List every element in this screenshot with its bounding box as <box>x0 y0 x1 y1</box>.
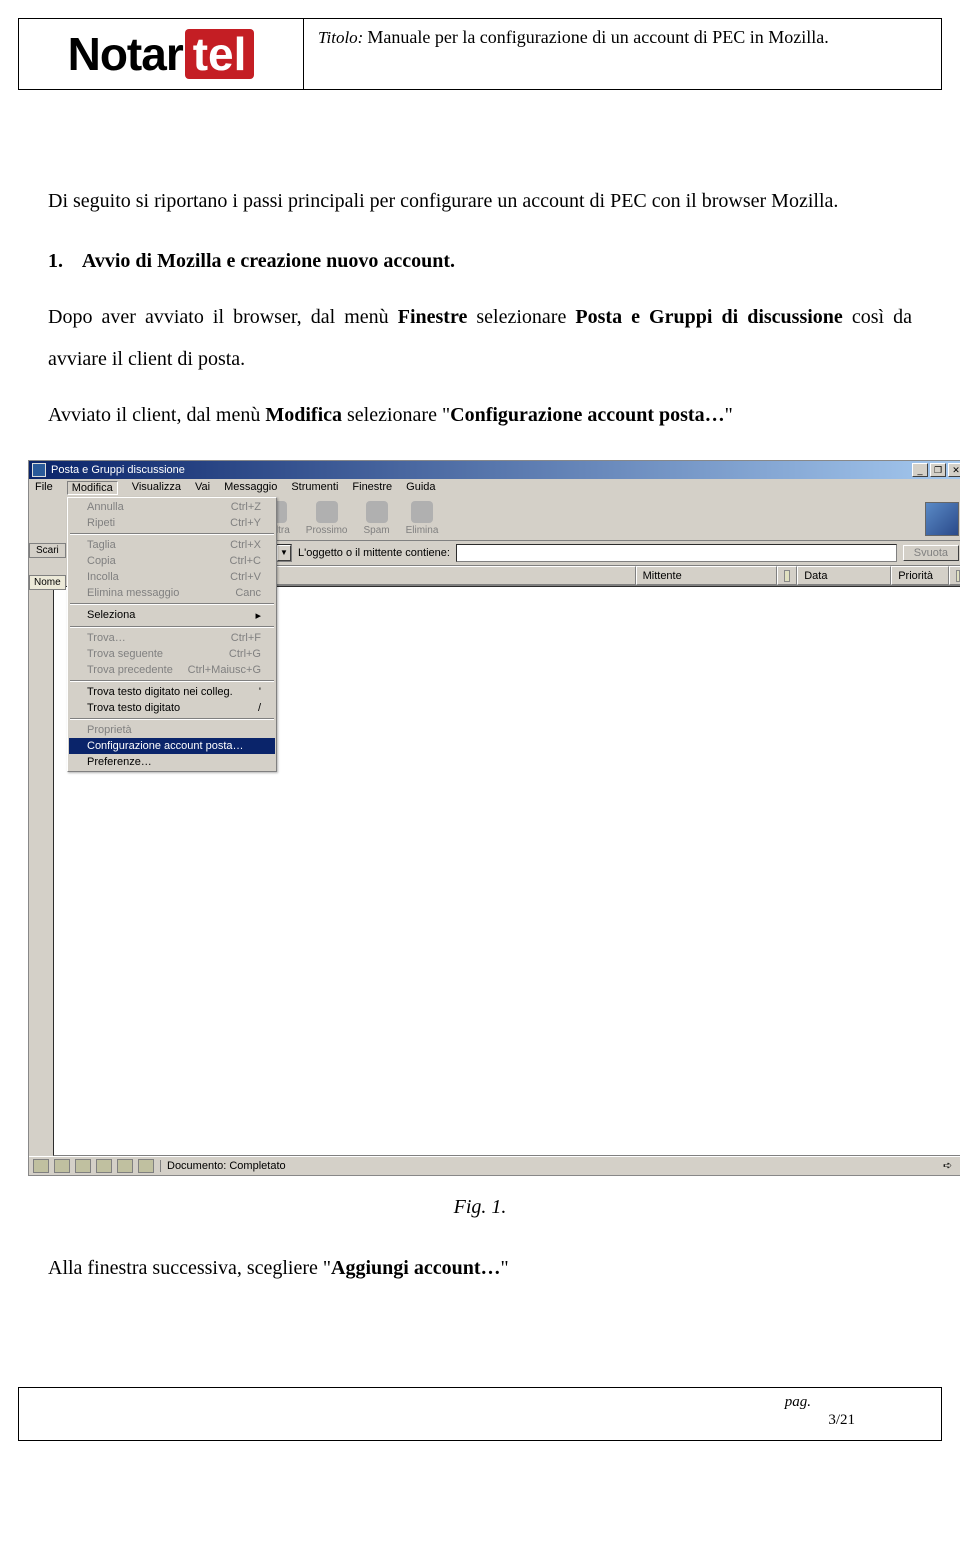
status-icon[interactable] <box>138 1159 154 1173</box>
logo-cell: Notar tel <box>19 19 304 89</box>
menu-item[interactable]: Preferenze… <box>69 754 275 770</box>
sidebar-tab-scari[interactable]: Scari <box>29 543 66 558</box>
menu-vai[interactable]: Vai <box>195 481 210 495</box>
modifica-dropdown: AnnullaCtrl+ZRipetiCtrl+Y TagliaCtrl+XCop… <box>67 497 277 772</box>
menu-item[interactable]: TagliaCtrl+X <box>69 537 275 553</box>
menu-file[interactable]: File <box>35 481 53 495</box>
notartel-logo: Notar tel <box>68 27 255 81</box>
paragraph-3: Avviato il client, dal menù Modifica sel… <box>48 394 912 436</box>
minimize-button[interactable]: _ <box>912 463 928 477</box>
title-cell: Titolo: Manuale per la configurazione di… <box>304 19 941 89</box>
menu-item[interactable]: Trova precedenteCtrl+Maiusc+G <box>69 662 275 678</box>
filter-input[interactable] <box>456 544 897 562</box>
throbber-icon <box>925 502 959 536</box>
filter-label: L'oggetto o il mittente contiene: <box>298 547 450 559</box>
tbtn-spam[interactable]: Spam <box>363 501 389 536</box>
footer: pag. 3/21 <box>18 1387 942 1441</box>
menubar: File Modifica Visualizza Vai Messaggio S… <box>29 479 960 497</box>
window-titlebar: Posta e Gruppi discussione _ ❐ ✕ <box>29 461 960 479</box>
logo-text-part1: Notar <box>68 27 183 81</box>
filter-row: ▼ L'oggetto o il mittente contiene: Svuo… <box>254 541 960 566</box>
menu-item[interactable]: RipetiCtrl+Y <box>69 515 275 531</box>
menu-guida[interactable]: Guida <box>406 481 435 495</box>
menu-modifica[interactable]: Modifica <box>67 481 118 495</box>
section-heading: 1. Avvio di Mozilla e creazione nuovo ac… <box>48 240 912 282</box>
window-title: Posta e Gruppi discussione <box>51 464 185 476</box>
status-icon[interactable] <box>54 1159 70 1173</box>
window-controls: _ ❐ ✕ <box>912 463 960 477</box>
menu-visualizza[interactable]: Visualizza <box>132 481 181 495</box>
column-header[interactable]: Data <box>797 566 891 585</box>
menu-item[interactable]: Trova seguenteCtrl+G <box>69 646 275 662</box>
status-icon[interactable] <box>117 1159 133 1173</box>
app-screenshot: Posta e Gruppi discussione _ ❐ ✕ File Mo… <box>28 460 960 1176</box>
filter-clear-button[interactable]: Svuota <box>903 545 959 561</box>
menu-item[interactable]: Configurazione account posta… <box>69 738 275 754</box>
menu-item[interactable]: Proprietà <box>69 722 275 738</box>
status-icon[interactable] <box>75 1159 91 1173</box>
menu-strumenti[interactable]: Strumenti <box>291 481 338 495</box>
title-label: Titolo: <box>318 28 363 47</box>
column-header[interactable] <box>777 566 797 585</box>
column-headers: Mittente DataPriorità <box>254 566 960 586</box>
status-text: Documento: Completato <box>160 1160 937 1172</box>
tbtn-elimina[interactable]: Elimina <box>406 501 439 536</box>
status-right-icon: ➪ <box>943 1159 960 1173</box>
menu-item[interactable]: Elimina messaggioCanc <box>69 585 275 601</box>
intro-paragraph: Di seguito si riportano i passi principa… <box>48 180 912 222</box>
logo-text-part2: tel <box>185 29 255 79</box>
figure-caption: Fig. 1. <box>18 1196 942 1219</box>
menu-item[interactable]: Trova testo digitato nei colleg.' <box>69 684 275 700</box>
status-icon[interactable] <box>96 1159 112 1173</box>
document-header: Notar tel Titolo: Manuale per la configu… <box>18 18 942 90</box>
column-header[interactable] <box>254 566 636 585</box>
closing-paragraph: Alla finestra successiva, scegliere "Agg… <box>18 1249 942 1287</box>
status-icon[interactable] <box>33 1159 49 1173</box>
menu-item[interactable]: CopiaCtrl+C <box>69 553 275 569</box>
close-button[interactable]: ✕ <box>948 463 960 477</box>
toolbar: Inoltra Prossimo Spam Elimina <box>254 497 960 541</box>
column-header[interactable] <box>949 566 960 585</box>
body-text: Di seguito si riportano i passi principa… <box>18 180 942 436</box>
menu-item[interactable]: IncollaCtrl+V <box>69 569 275 585</box>
paragraph-2: Dopo aver avviato il browser, dal menù F… <box>48 296 912 380</box>
app-icon <box>32 463 46 477</box>
statusbar: Documento: Completato ➪ <box>29 1156 960 1175</box>
footer-label: pag. <box>785 1394 811 1411</box>
menu-messaggio[interactable]: Messaggio <box>224 481 277 495</box>
menu-item[interactable]: AnnullaCtrl+Z <box>69 499 275 515</box>
column-header[interactable]: Mittente <box>636 566 778 585</box>
menu-item[interactable]: Trova…Ctrl+F <box>69 630 275 646</box>
menu-finestre[interactable]: Finestre <box>352 481 392 495</box>
menu-item[interactable]: Seleziona▸ <box>69 607 275 624</box>
title-text: Manuale per la configurazione di un acco… <box>367 27 828 47</box>
footer-page: 3/21 <box>828 1412 855 1429</box>
column-header[interactable]: Priorità <box>891 566 949 585</box>
maximize-button[interactable]: ❐ <box>930 463 946 477</box>
menu-item[interactable]: Trova testo digitato/ <box>69 700 275 716</box>
sidebar-tab-nome[interactable]: Nome <box>29 575 66 590</box>
tbtn-prossimo[interactable]: Prossimo <box>306 501 348 536</box>
